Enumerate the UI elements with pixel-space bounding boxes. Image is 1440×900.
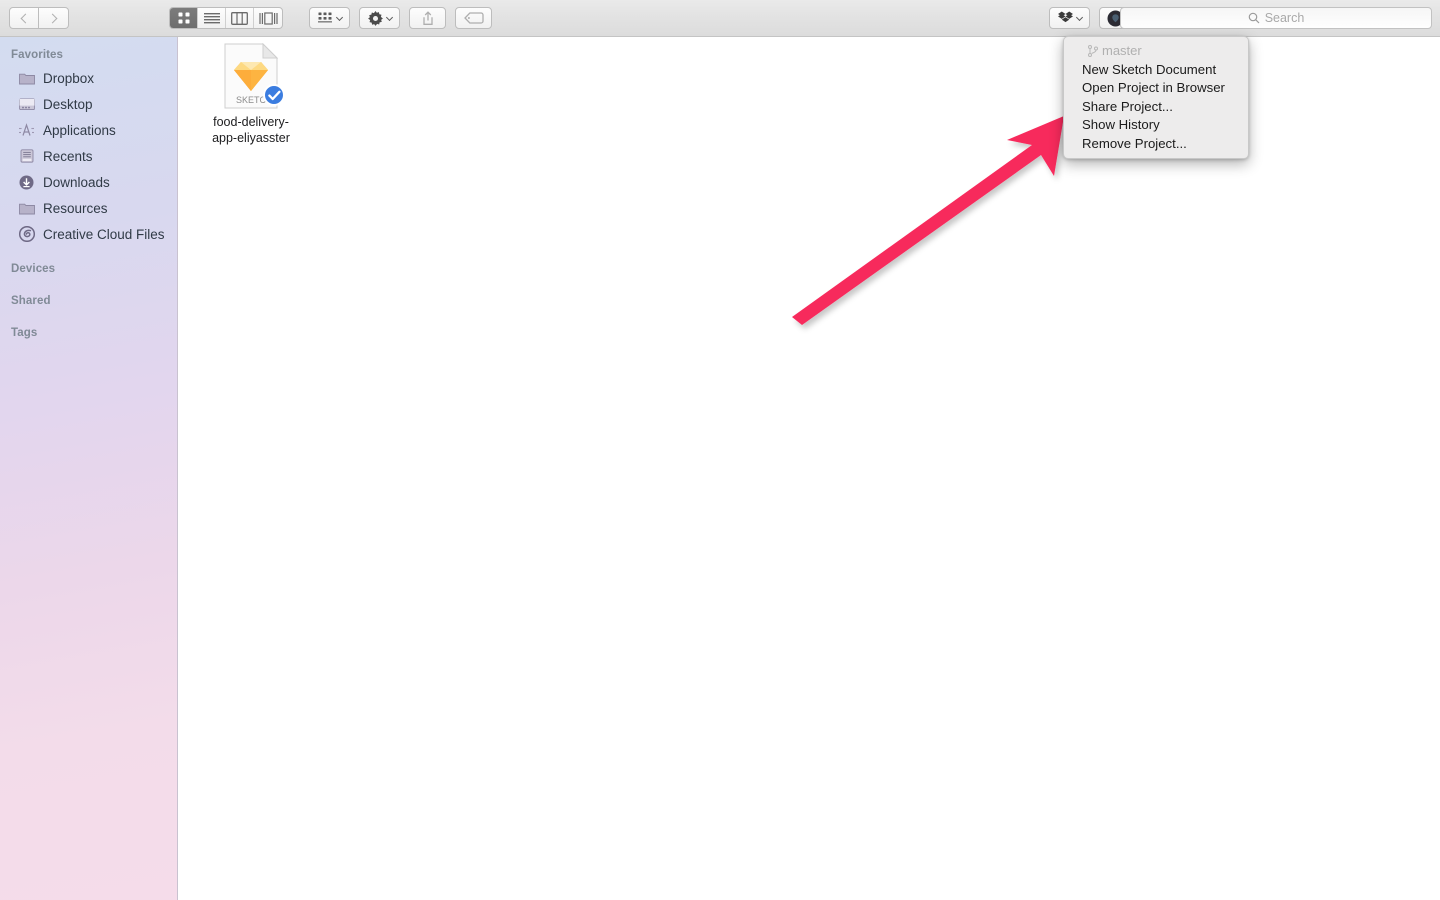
menu-item-share-project[interactable]: Share Project...	[1064, 97, 1248, 116]
creative-cloud-icon	[18, 226, 35, 242]
downloads-icon	[18, 174, 35, 190]
column-view-button[interactable]	[226, 8, 254, 28]
chevron-down-icon	[385, 13, 393, 21]
sidebar-section-devices-title: Devices	[11, 263, 56, 275]
arrange-icon	[317, 12, 332, 23]
file-name-label: food-delivery- app-eliyasster	[201, 114, 301, 146]
icon-view-button[interactable]	[170, 8, 198, 28]
file-item[interactable]: SKETC food-delivery- app-eliyasster	[196, 42, 306, 146]
finder-window: Search Favorites Dropbox Desktop Applica…	[0, 0, 1440, 900]
recents-icon	[18, 148, 35, 164]
chevron-down-icon	[335, 13, 343, 21]
view-mode-segmented-control	[169, 7, 283, 29]
sidebar-item-applications[interactable]: Applications	[0, 117, 177, 143]
back-button[interactable]	[9, 7, 39, 29]
git-branch-icon	[1088, 44, 1098, 57]
sidebar-item-desktop[interactable]: Desktop	[0, 91, 177, 117]
file-browser-area[interactable]: SKETC food-delivery- app-eliyasster	[179, 37, 1440, 900]
menu-branch-label: master	[1102, 43, 1142, 58]
share-icon	[422, 10, 433, 25]
sidebar-item-dropbox[interactable]: Dropbox	[0, 65, 177, 91]
sidebar-section-favorites-title: Favorites	[11, 49, 64, 61]
chevron-down-icon	[1075, 13, 1083, 21]
dropbox-button[interactable]	[1049, 7, 1090, 29]
check-badge-icon	[263, 84, 285, 106]
gallery-view-button[interactable]	[254, 8, 282, 28]
file-icon-wrap: SKETC	[224, 42, 285, 109]
menu-branch-row: master	[1064, 41, 1248, 60]
project-context-menu: master New Sketch Document Open Project …	[1063, 36, 1249, 159]
menu-item-remove-project[interactable]: Remove Project...	[1064, 134, 1248, 153]
sidebar-item-label: Desktop	[43, 96, 93, 112]
search-icon	[1248, 12, 1260, 24]
sidebar-item-resources[interactable]: Resources	[0, 195, 177, 221]
tags-button[interactable]	[455, 7, 492, 29]
columns-icon	[231, 11, 248, 25]
grid-icon	[178, 12, 189, 24]
list-icon	[203, 13, 220, 24]
menu-item-open-project-in-browser[interactable]: Open Project in Browser	[1064, 79, 1248, 98]
search-placeholder: Search	[1264, 11, 1305, 25]
sidebar-item-recents[interactable]: Recents	[0, 143, 177, 169]
applications-icon	[18, 122, 35, 138]
share-button[interactable]	[409, 7, 446, 29]
arrange-button[interactable]	[309, 7, 350, 29]
sidebar-item-label: Creative Cloud Files	[43, 226, 165, 242]
menu-item-new-sketch-document[interactable]: New Sketch Document	[1064, 60, 1248, 79]
dropbox-icon	[1057, 11, 1073, 23]
sidebar-item-downloads[interactable]: Downloads	[0, 169, 177, 195]
chevron-right-icon	[47, 13, 58, 23]
toolbar: Search	[0, 0, 1440, 37]
action-button[interactable]	[359, 7, 400, 29]
forward-button[interactable]	[39, 7, 69, 29]
sidebar-section-tags-title: Tags	[11, 327, 38, 339]
desktop-icon	[18, 96, 35, 112]
sidebar-section-shared-title: Shared	[11, 295, 51, 307]
sidebar-item-label: Applications	[43, 122, 116, 138]
navigation-buttons	[9, 7, 69, 29]
chevron-left-icon	[20, 13, 30, 23]
sidebar-item-creative-cloud-files[interactable]: Creative Cloud Files	[0, 221, 177, 247]
sidebar-item-label: Dropbox	[43, 70, 95, 86]
gear-icon	[367, 10, 383, 26]
sidebar-item-label: Downloads	[43, 174, 110, 190]
search-field[interactable]: Search	[1120, 7, 1432, 29]
sidebar: Favorites Dropbox Desktop Applications R…	[0, 37, 178, 900]
file-name-line-2: app-eliyasster	[212, 131, 290, 145]
file-type-label: SKETC	[236, 95, 267, 105]
sidebar-item-label: Resources	[43, 200, 108, 216]
folder-icon	[18, 200, 35, 216]
list-view-button[interactable]	[198, 8, 226, 28]
menu-item-show-history[interactable]: Show History	[1064, 116, 1248, 135]
file-name-line-1: food-delivery-	[213, 115, 289, 129]
folder-icon	[18, 70, 35, 86]
tag-icon	[463, 12, 484, 24]
sidebar-item-label: Recents	[43, 148, 93, 164]
gallery-icon	[258, 11, 278, 25]
